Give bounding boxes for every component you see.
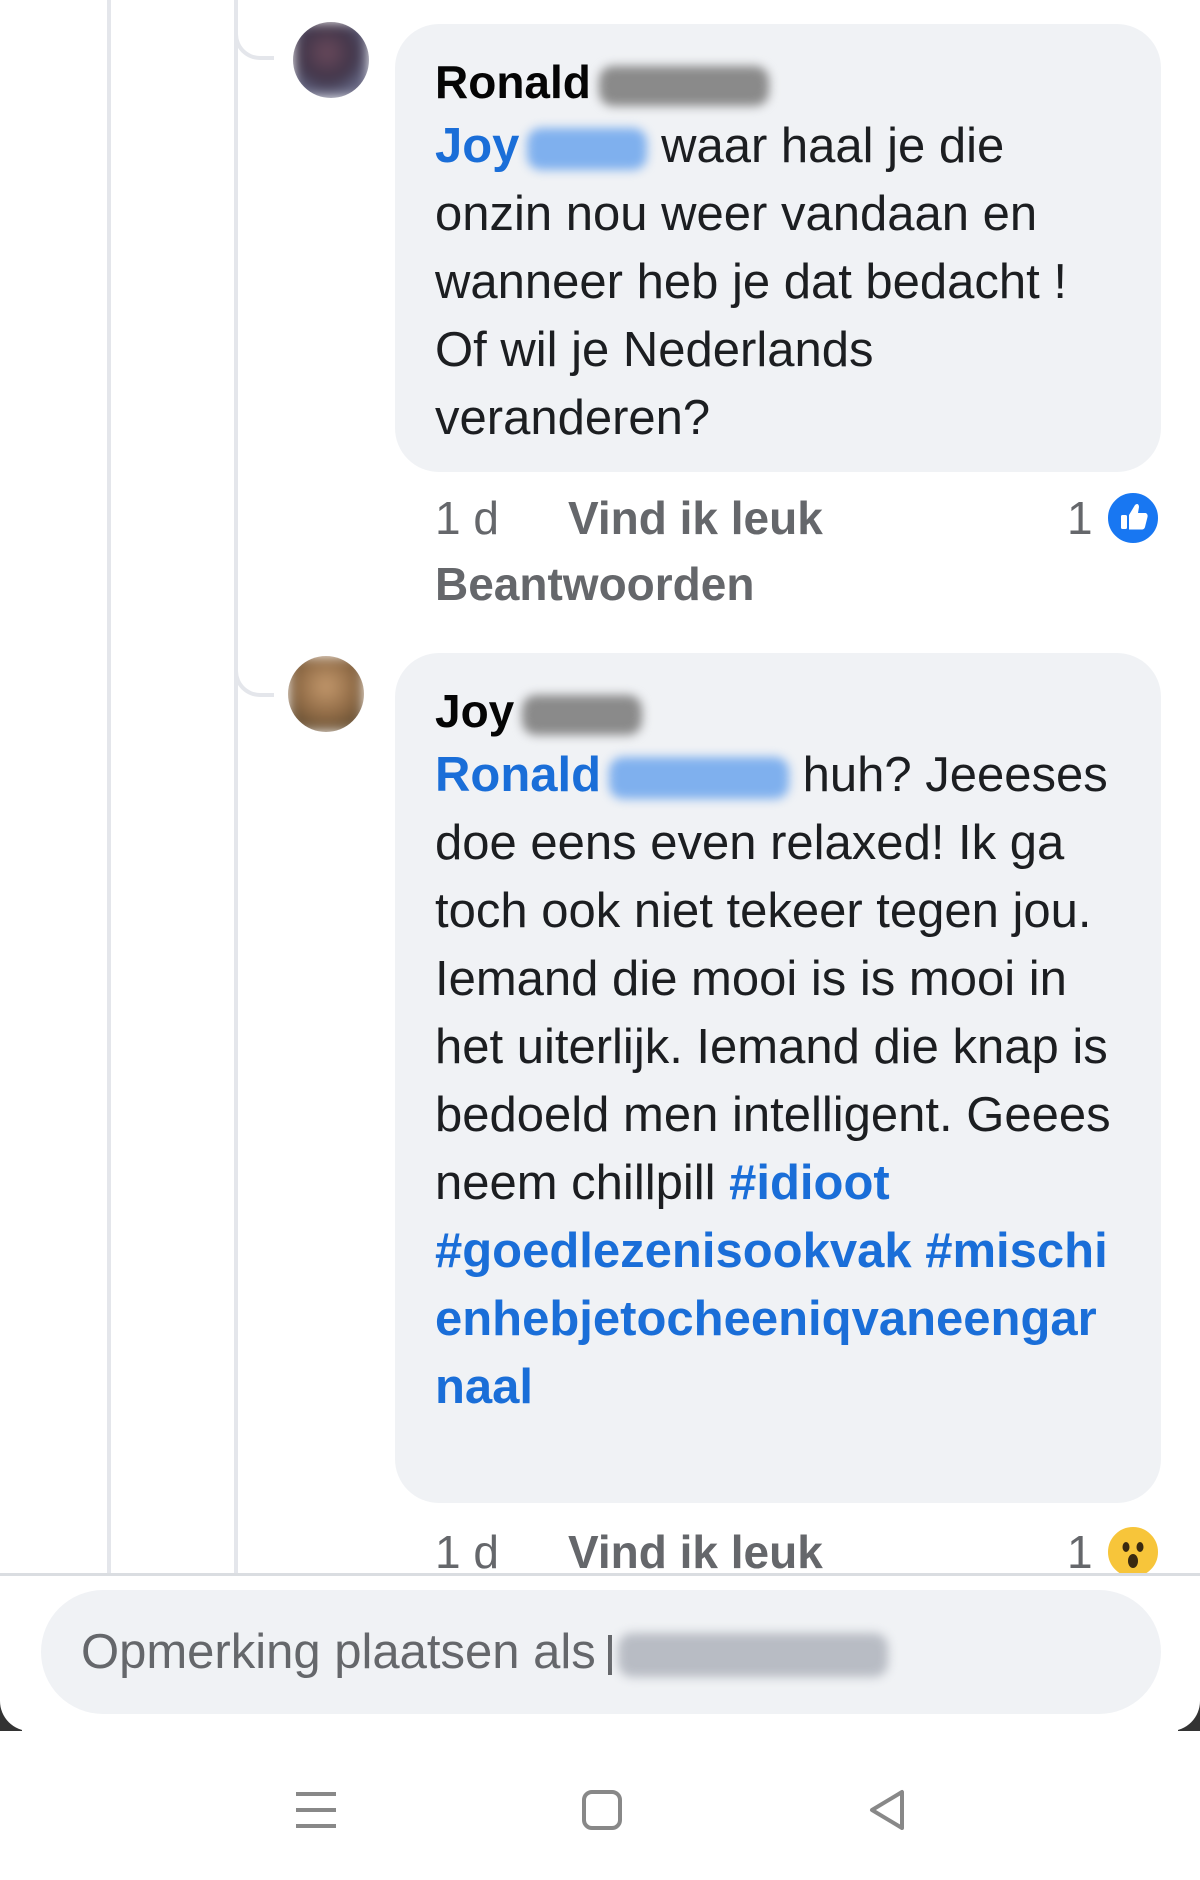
thread-line-outer — [107, 0, 111, 1575]
comment-input-placeholder: Opmerking plaatsen als — [81, 1625, 596, 1679]
reply-connector — [234, 657, 274, 697]
mention-link[interactable]: Ronald — [435, 748, 790, 802]
like-button[interactable]: Vind ik leuk — [568, 488, 823, 548]
reaction-count[interactable]: 1 — [1067, 488, 1093, 548]
comment-time[interactable]: 1 d — [435, 488, 499, 548]
home-square-icon[interactable] — [572, 1780, 632, 1840]
back-triangle-icon[interactable] — [858, 1780, 918, 1840]
mention-link[interactable]: Joy — [435, 119, 648, 173]
menu-icon[interactable] — [286, 1780, 346, 1840]
comment-input[interactable]: Opmerking plaatsen als — [41, 1590, 1161, 1714]
hashtag-link[interactable]: #idioot — [729, 1156, 890, 1210]
comment-text: Joy waar haal je die onzin nou weer vand… — [435, 112, 1121, 452]
reply-button[interactable]: Beantwoorden — [435, 554, 754, 614]
redacted-name — [609, 757, 790, 800]
wow-face-icon[interactable] — [1105, 1524, 1161, 1580]
redacted-name — [598, 65, 769, 106]
redacted-name — [527, 128, 648, 171]
redacted-name — [607, 1635, 612, 1676]
comment-text: Ronald huh? Jeeeses doe eens even relaxe… — [435, 741, 1121, 1421]
thread-line-inner — [234, 0, 238, 1575]
redacted-name — [522, 694, 643, 735]
reply-connector — [234, 20, 274, 60]
redacted-name — [617, 1633, 888, 1678]
comment-author[interactable]: Ronald — [435, 52, 1121, 112]
comment-author[interactable]: Joy — [435, 681, 1121, 741]
comment-bubble: Joy Ronald huh? Jeeeses doe eens even re… — [395, 653, 1161, 1503]
like-thumbs-up-icon[interactable] — [1105, 490, 1161, 546]
avatar[interactable] — [293, 22, 369, 98]
comment-body-text: huh? Jeeeses doe eens even relaxed! Ik g… — [435, 748, 1111, 1210]
comment-bubble: Ronald Joy waar haal je die onzin nou we… — [395, 24, 1161, 472]
avatar[interactable] — [288, 656, 364, 732]
author-first-name[interactable]: Joy — [435, 685, 514, 737]
author-first-name[interactable]: Ronald — [435, 56, 591, 108]
hashtag-link[interactable]: #goedlezenisookvak — [435, 1224, 912, 1278]
